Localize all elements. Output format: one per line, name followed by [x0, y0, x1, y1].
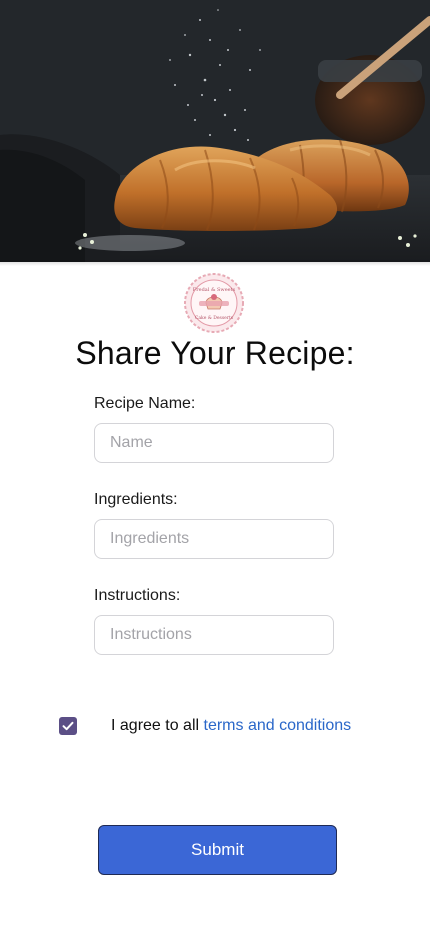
croissants-illustration	[0, 0, 430, 262]
instructions-input[interactable]	[94, 615, 334, 655]
ingredients-input[interactable]	[94, 519, 334, 559]
page-title: Share Your Recipe:	[75, 335, 355, 371]
hero-divider	[0, 260, 430, 266]
terms-agreement-text: I agree to all	[111, 717, 204, 734]
ingredients-label: Ingredients:	[94, 491, 178, 508]
bakery-logo: Fredal & Sweets Cake & Desserts	[184, 273, 244, 333]
terms-agreement: I agree to all terms and conditions	[111, 716, 351, 736]
terms-link[interactable]: terms and conditions	[204, 717, 352, 734]
terms-checkbox[interactable]	[59, 717, 77, 735]
checkmark-icon	[62, 721, 74, 731]
submit-button[interactable]: Submit	[98, 825, 337, 875]
logo-top-text: Fredal & Sweets	[193, 287, 236, 293]
recipe-name-input[interactable]	[94, 423, 334, 463]
logo-bottom-text: Cake & Desserts	[195, 315, 234, 321]
recipe-name-label: Recipe Name:	[94, 395, 196, 412]
instructions-label: Instructions:	[94, 587, 181, 604]
hero-image	[0, 0, 430, 262]
logo-badge-icon: Fredal & Sweets Cake & Desserts	[184, 273, 244, 333]
